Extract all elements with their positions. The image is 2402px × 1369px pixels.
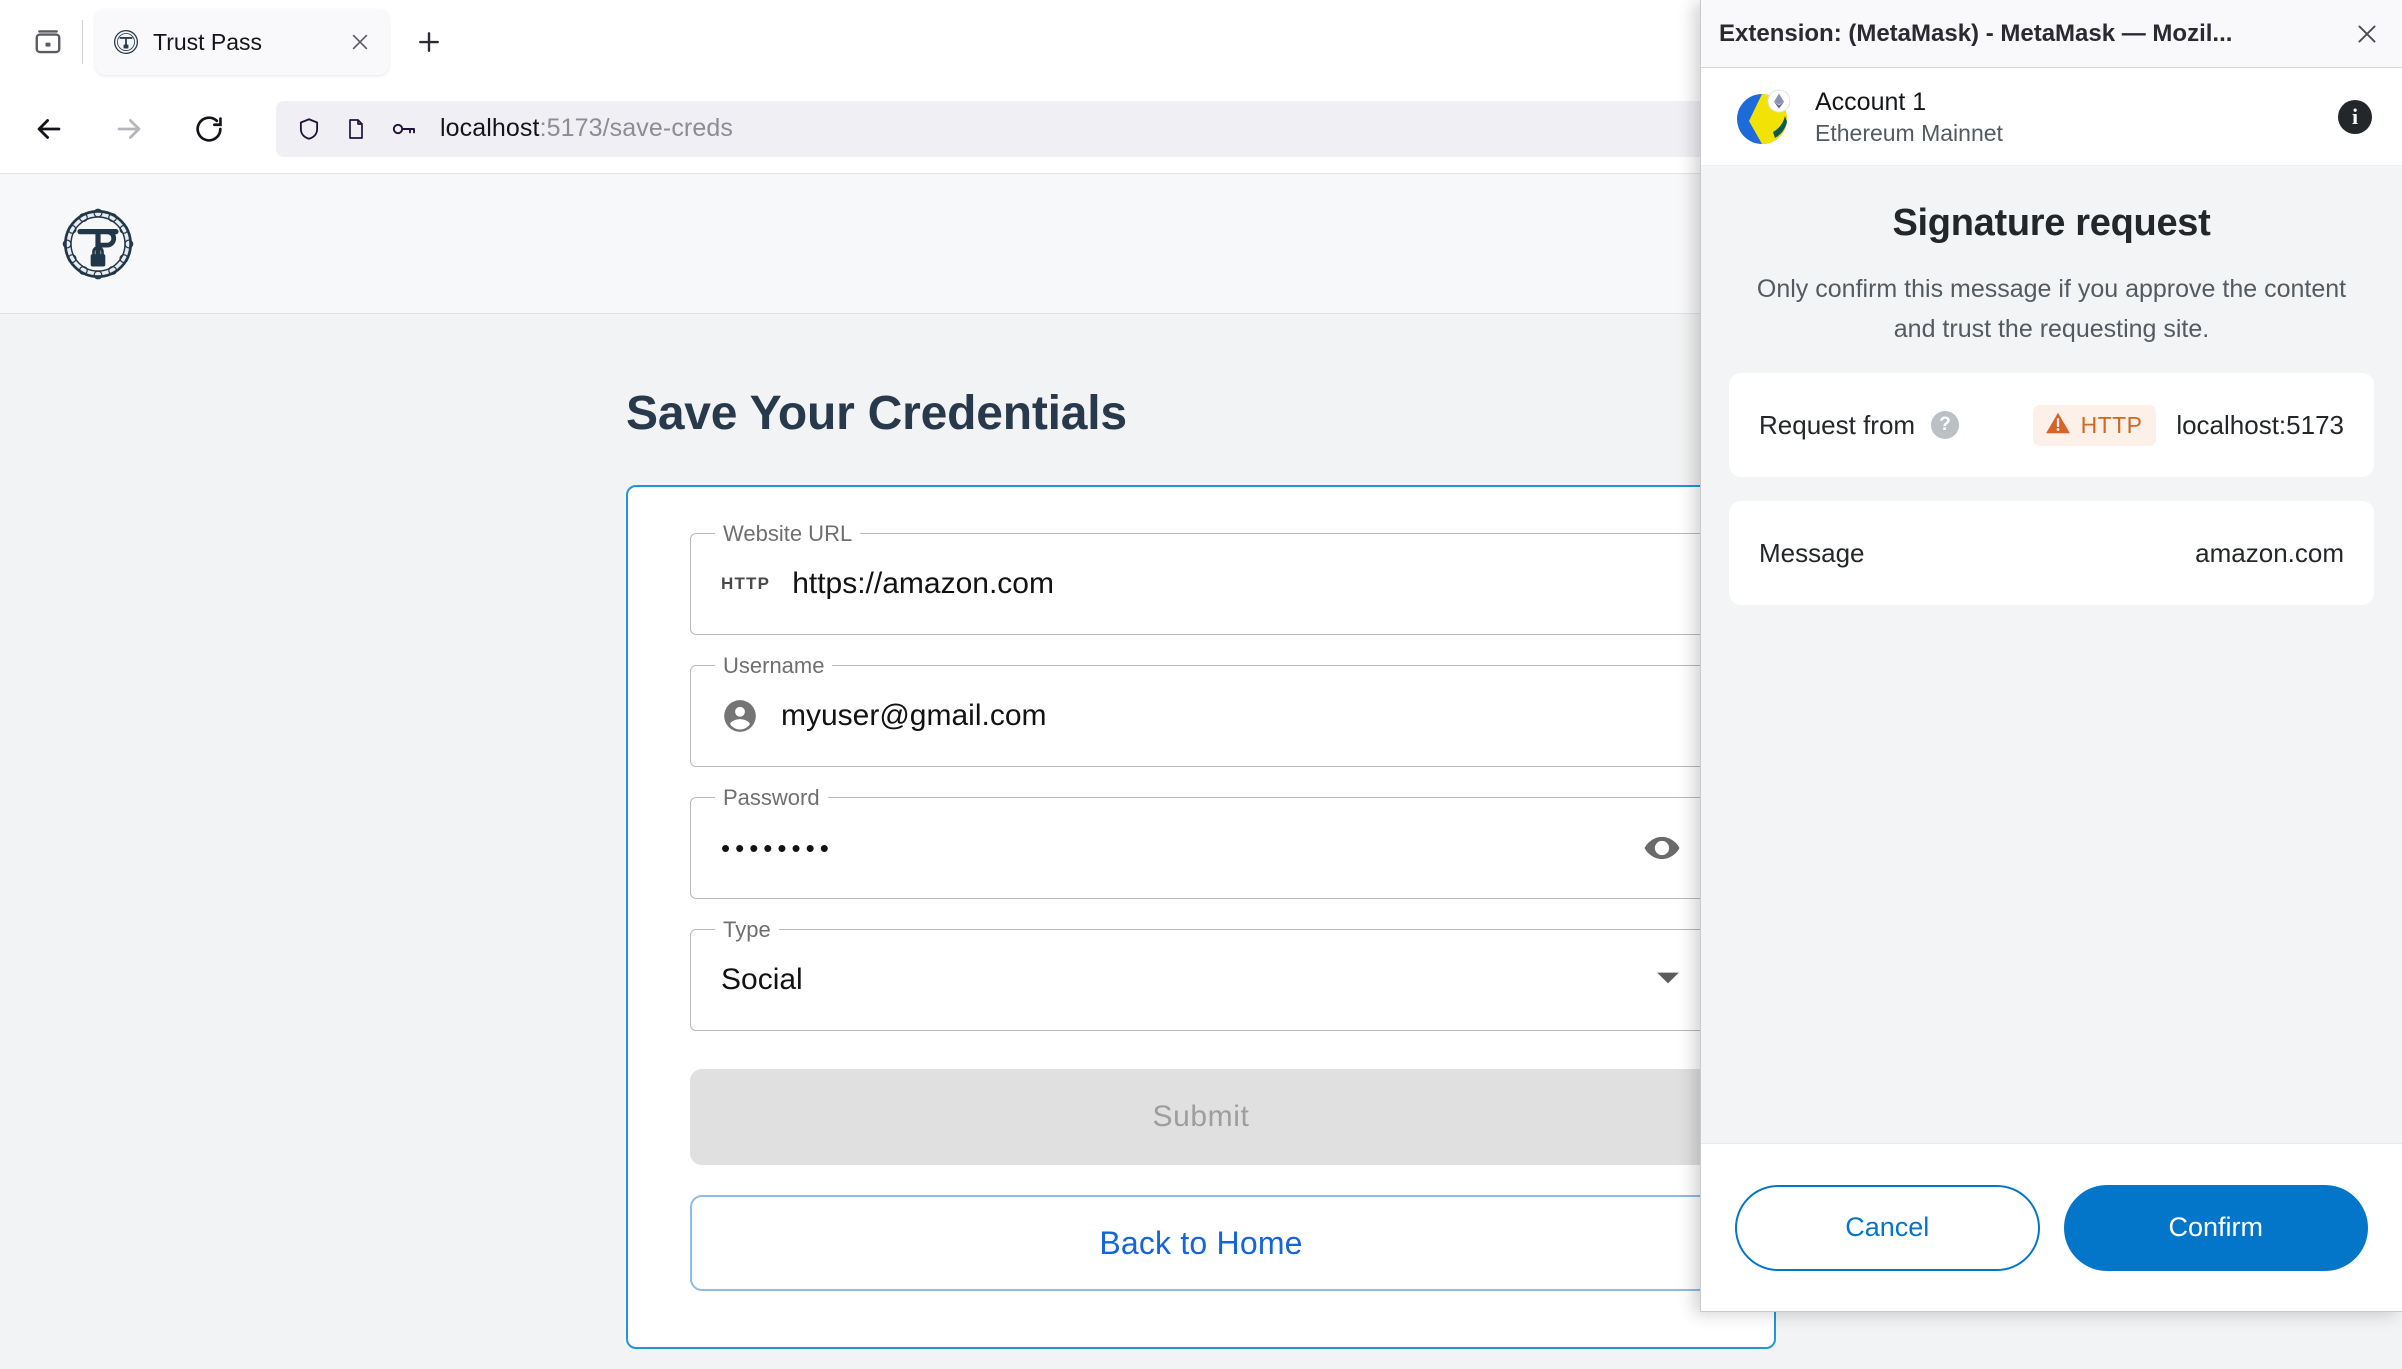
url-path: :5173/save-creds xyxy=(539,114,733,142)
metamask-network-name: Ethereum Mainnet xyxy=(1815,119,2003,146)
website-url-input[interactable]: https://amazon.com xyxy=(792,567,1681,601)
field-type[interactable]: Type Social xyxy=(690,917,1712,1031)
page-document-icon[interactable] xyxy=(344,117,368,141)
password-input[interactable]: •••••••• xyxy=(721,833,1621,864)
signature-request-subtitle: Only confirm this message if you approve… xyxy=(1756,275,2347,343)
message-label: Message xyxy=(1759,537,1865,568)
browser-tab[interactable]: Trust Pass xyxy=(95,9,389,75)
message-label-wrap: Message xyxy=(1759,538,1865,569)
close-icon[interactable] xyxy=(2348,15,2386,53)
shield-icon[interactable] xyxy=(296,116,322,142)
metamask-titlebar: Extension: (MetaMask) - MetaMask — Mozil… xyxy=(1701,0,2402,68)
page-title: Save Your Credentials xyxy=(626,387,1127,440)
cancel-button[interactable]: Cancel xyxy=(1735,1184,2040,1271)
type-select-value[interactable]: Social xyxy=(721,963,1633,997)
chevron-down-icon[interactable] xyxy=(1655,969,1681,991)
submit-button[interactable]: Submit xyxy=(690,1069,1712,1165)
field-legend-type: Type xyxy=(715,917,779,943)
request-from-label: Request from xyxy=(1759,409,1916,440)
metamask-account-name: Account 1 xyxy=(1815,87,1927,116)
metamask-account-avatar-icon xyxy=(1735,88,1793,146)
confirm-button[interactable]: Confirm xyxy=(2063,1184,2368,1271)
field-legend-website-url: Website URL xyxy=(715,521,861,547)
http-badge-text: HTTP xyxy=(2080,411,2143,438)
message-row: Message amazon.com xyxy=(1729,501,2374,605)
metamask-footer: Cancel Confirm xyxy=(1701,1143,2402,1311)
metamask-popup-window: Extension: (MetaMask) - MetaMask — Mozil… xyxy=(1700,0,2402,1312)
tab-list-icon[interactable] xyxy=(22,16,74,68)
key-icon[interactable] xyxy=(390,117,418,141)
arrow-right-icon[interactable] xyxy=(102,102,156,156)
back-to-home-button[interactable]: Back to Home xyxy=(690,1195,1712,1291)
username-input[interactable]: myuser@gmail.com xyxy=(781,699,1681,733)
metamask-window-title: Extension: (MetaMask) - MetaMask — Mozil… xyxy=(1719,19,2233,47)
reload-icon[interactable] xyxy=(182,102,236,156)
info-icon[interactable]: i xyxy=(2338,99,2372,134)
save-credentials-form: Website URL HTTP https://amazon.com User… xyxy=(626,485,1776,1349)
metamask-account-meta: Account 1 Ethereum Mainnet xyxy=(1815,86,2316,148)
tabstrip-divider xyxy=(82,20,83,64)
http-text-adornment: HTTP xyxy=(721,574,771,593)
question-mark-icon[interactable]: ? xyxy=(1931,411,1960,439)
field-legend-username: Username xyxy=(715,653,833,679)
trust-pass-emblem-icon xyxy=(113,29,139,55)
signature-request-heading: Signature request xyxy=(1892,202,2211,244)
plus-icon[interactable] xyxy=(405,18,453,66)
url-text: localhost:5173/save-creds xyxy=(440,114,733,143)
message-value: amazon.com xyxy=(2195,537,2344,568)
message-value-wrap: amazon.com xyxy=(2195,538,2344,569)
trust-pass-logo-icon[interactable] xyxy=(62,208,134,280)
metamask-account-row[interactable]: Account 1 Ethereum Mainnet i xyxy=(1701,68,2402,166)
field-password[interactable]: Password •••••••• xyxy=(690,785,1712,899)
arrow-left-icon[interactable] xyxy=(22,102,76,156)
metamask-body: Signature request Only confirm this mess… xyxy=(1701,166,2402,1143)
warning-triangle-icon xyxy=(2045,411,2071,440)
request-from-value-wrap: HTTP localhost:5173 xyxy=(2032,404,2344,446)
tab-title: Trust Pass xyxy=(153,28,263,55)
request-from-row: Request from ? HTTP localhost:5173 xyxy=(1729,373,2374,477)
field-username[interactable]: Username myuser@gmail.com xyxy=(690,653,1712,767)
eye-visibility-icon[interactable] xyxy=(1643,829,1681,867)
http-warning-badge: HTTP xyxy=(2032,404,2157,446)
request-from-origin: localhost:5173 xyxy=(2176,409,2344,440)
field-website-url[interactable]: Website URL HTTP https://amazon.com xyxy=(690,521,1712,635)
close-icon[interactable] xyxy=(345,27,375,57)
request-from-label-wrap: Request from ? xyxy=(1759,409,1960,441)
browser-window: Trust Pass localhost:5173/save-creds Sav… xyxy=(0,0,2402,1369)
field-legend-password: Password xyxy=(715,785,828,811)
url-host: localhost xyxy=(440,114,540,142)
account-circle-icon xyxy=(721,697,759,735)
